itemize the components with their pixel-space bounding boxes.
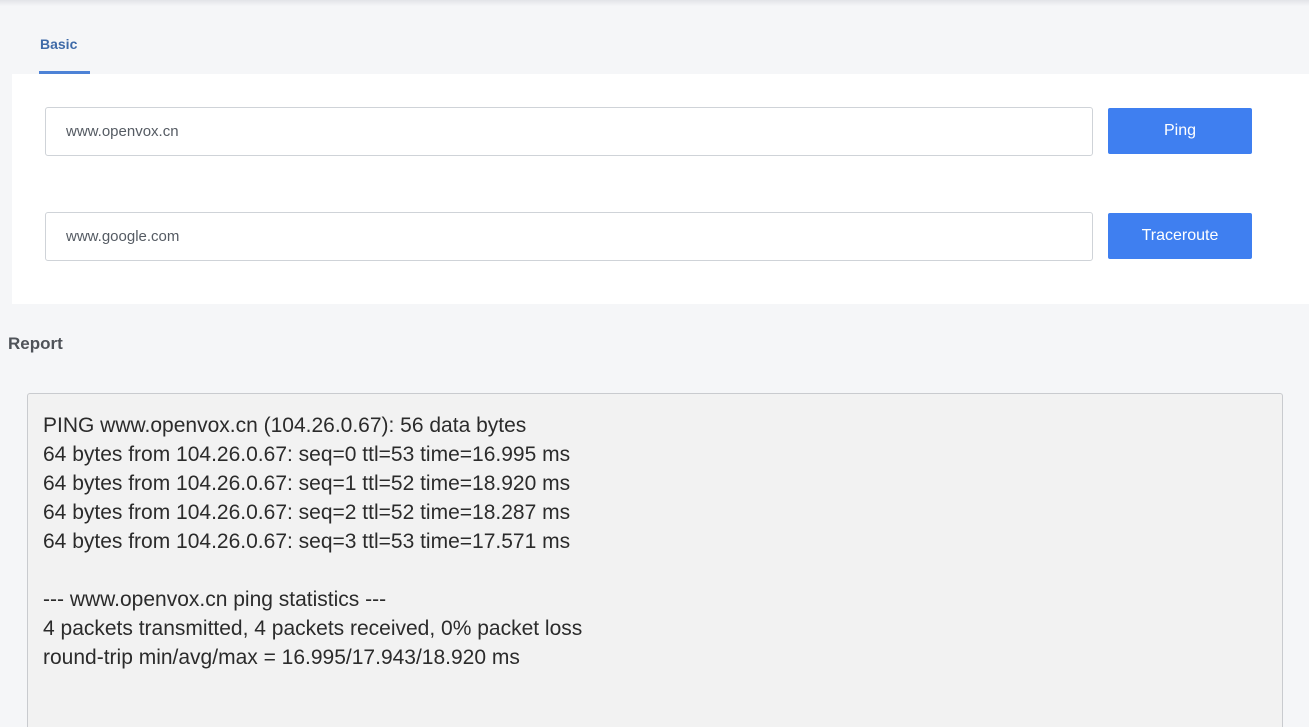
tab-basic[interactable]: Basic <box>40 36 77 52</box>
report-title: Report <box>8 334 63 353</box>
report-line: 64 bytes from 104.26.0.67: seq=3 ttl=53 … <box>43 530 571 553</box>
report-line: round-trip min/avg/max = 16.995/17.943/1… <box>43 646 520 669</box>
report-line <box>43 556 1282 585</box>
report-line: 64 bytes from 104.26.0.67: seq=2 ttl=52 … <box>43 501 571 524</box>
report-line: --- www.openvox.cn ping statistics --- <box>43 588 387 611</box>
traceroute-host-input[interactable] <box>45 212 1093 261</box>
traceroute-button[interactable]: Traceroute <box>1108 213 1252 259</box>
report-line: 4 packets transmitted, 4 packets receive… <box>43 617 583 640</box>
report-line: PING www.openvox.cn (104.26.0.67): 56 da… <box>43 414 527 437</box>
tab-bar: Basic <box>0 0 1309 74</box>
report-line: 64 bytes from 104.26.0.67: seq=1 ttl=52 … <box>43 472 571 495</box>
report-line: 64 bytes from 104.26.0.67: seq=0 ttl=53 … <box>43 443 571 466</box>
ping-host-input[interactable] <box>45 107 1093 156</box>
ping-button[interactable]: Ping <box>1108 108 1252 154</box>
report-output[interactable]: PING www.openvox.cn (104.26.0.67): 56 da… <box>27 393 1283 727</box>
